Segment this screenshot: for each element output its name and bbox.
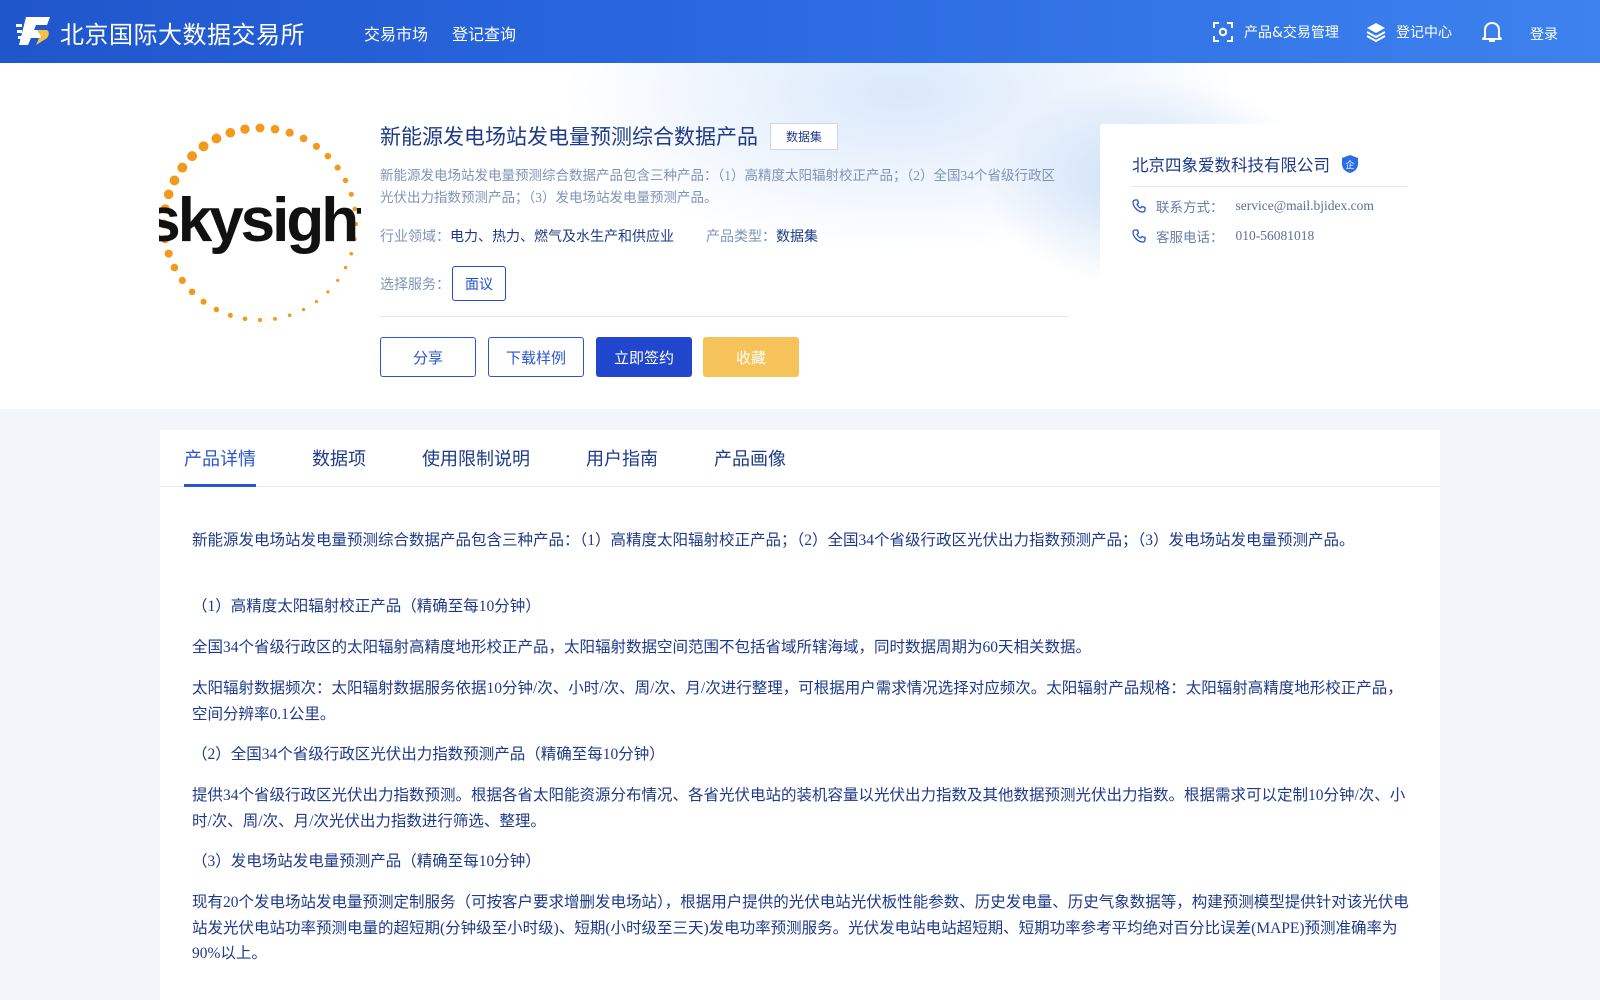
product-detail-panel: 产品详情 数据项 使用限制说明 用户指南 产品画像 新能源发电场站发电量预测综合… (160, 430, 1440, 1000)
product-type-tag: 数据集 (770, 122, 839, 150)
enterprise-verified-badge-icon: 企 (1342, 155, 1358, 173)
sign-now-button[interactable]: 立即签约 (596, 337, 692, 377)
product-logo-text: skysight (159, 186, 361, 255)
top-navbar: 北京国际大数据交易所 交易市场 登记查询 产品&交易管理 登记中心 登录 (0, 0, 1600, 63)
nav-registration-query[interactable]: 登记查询 (452, 21, 516, 45)
tab-usage-restrictions[interactable]: 使用限制说明 (422, 445, 530, 471)
product-trade-management-label: 产品&交易管理 (1244, 25, 1339, 41)
service-selector: 选择服务： 面议 (380, 266, 506, 301)
register-center-label: 登记中心 (1396, 25, 1452, 41)
nav-trading-market[interactable]: 交易市场 (364, 21, 428, 45)
active-tab-indicator (184, 484, 256, 487)
detail-tabs: 产品详情 数据项 使用限制说明 用户指南 产品画像 (160, 430, 1440, 487)
scan-icon (1213, 22, 1233, 42)
hero-divider (380, 316, 1068, 317)
notification-bell-icon[interactable] (1481, 20, 1503, 44)
contact-label: 联系方式： (1156, 200, 1224, 215)
product-trade-management-link[interactable]: 产品&交易管理 (1212, 18, 1339, 46)
brand-logo-icon[interactable] (16, 14, 52, 48)
download-sample-button[interactable]: 下载样例 (488, 337, 584, 377)
phone-number: 010-56081018 (1235, 228, 1315, 243)
detail-paragraph: 新能源发电场站发电量预测综合数据产品包含三种产品：（1）高精度太阳辐射校正产品；… (192, 532, 1355, 549)
provider-phone: 客服电话： 010-56081018 (1132, 226, 1314, 246)
login-link[interactable]: 登录 (1530, 24, 1558, 44)
detail-paragraph: （3）发电场站发电量预测产品（精确至每10分钟） (192, 853, 541, 870)
product-title-row: 新能源发电场站发电量预测综合数据产品 数据集 (380, 121, 839, 151)
product-meta: 行业领域： 电力、热力、燃气及水生产和供应业 产品类型： 数据集 (380, 226, 818, 246)
service-label: 选择服务： (380, 277, 450, 293)
provider-divider (1132, 186, 1408, 187)
product-logo: skysight (159, 123, 361, 323)
tab-product-details[interactable]: 产品详情 (184, 445, 256, 471)
product-type-value: 数据集 (776, 230, 818, 245)
detail-paragraph: （2）全国34个省级行政区光伏出力指数预测产品（精确至每10分钟） (192, 746, 665, 763)
svg-text:企: 企 (1345, 159, 1354, 171)
provider-name-row: 北京四象爱数科技有限公司 企 (1132, 152, 1360, 176)
phone-icon (1132, 229, 1146, 243)
provider-name[interactable]: 北京四象爱数科技有限公司 (1132, 152, 1330, 176)
detail-paragraph: 现有20个发电场站发电量预测定制服务（可按客户要求增删发电场站），根据用户提供的… (192, 894, 1409, 962)
phone-label: 客服电话： (1156, 230, 1224, 245)
product-title: 新能源发电场站发电量预测综合数据产品 (380, 125, 758, 149)
tab-data-items[interactable]: 数据项 (312, 445, 366, 471)
provider-contact: 联系方式： service@mail.bjidex.com (1132, 196, 1374, 216)
contact-email: service@mail.bjidex.com (1235, 198, 1374, 213)
detail-paragraph: 提供34个省级行政区光伏出力指数预测。根据各省太阳能资源分布情况、各省光伏电站的… (192, 787, 1406, 830)
favorite-button[interactable]: 收藏 (703, 337, 799, 377)
tab-user-guide[interactable]: 用户指南 (586, 445, 658, 471)
tab-product-profile[interactable]: 产品画像 (714, 445, 786, 471)
phone-icon (1132, 199, 1146, 213)
service-option-negotiable[interactable]: 面议 (452, 266, 506, 301)
register-center-link[interactable]: 登记中心 (1366, 18, 1452, 46)
detail-paragraph: 全国34个省级行政区的太阳辐射高精度地形校正产品，太阳辐射数据空间范围不包括省域… (192, 639, 1092, 656)
layers-icon (1366, 23, 1386, 43)
industry-label: 行业领域： (380, 230, 450, 245)
detail-paragraph: （1）高精度太阳辐射校正产品（精确至每10分钟） (192, 598, 541, 615)
detail-paragraph: 太阳辐射数据频次：太阳辐射数据服务依据10分钟/次、小时/次、周/次、月/次进行… (192, 680, 1403, 723)
share-button[interactable]: 分享 (380, 337, 476, 377)
provider-card: 北京四象爱数科技有限公司 企 联系方式： service@mail.bjidex… (1100, 124, 1440, 342)
product-description: 新能源发电场站发电量预测综合数据产品包含三种产品：（1）高精度太阳辐射校正产品；… (380, 168, 1055, 205)
industry-value: 电力、热力、燃气及水生产和供应业 (450, 230, 674, 245)
brand-name[interactable]: 北京国际大数据交易所 (60, 15, 305, 50)
product-type-label: 产品类型： (706, 230, 776, 245)
